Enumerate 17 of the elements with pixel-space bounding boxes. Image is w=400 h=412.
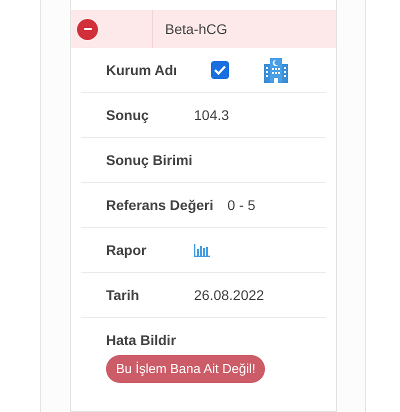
record-title: Beta-hCG — [165, 20, 228, 38]
field-label: Sonuç — [106, 106, 150, 125]
report-button[interactable]: Bu İşlem Bana Ait Değil! — [106, 355, 266, 382]
field-value: 0 - 5 — [227, 196, 256, 214]
field-value: 104.3 — [194, 106, 230, 124]
field-label: Tarih — [106, 286, 140, 304]
field-label: Rapor — [106, 240, 148, 260]
field-value: 26.08.2022 — [194, 286, 264, 304]
field-label: Kurum Adı — [106, 60, 178, 80]
collapse-button[interactable] — [77, 18, 98, 40]
field-label: Sonuç Birimi — [106, 150, 194, 170]
field-label: Referans Değeri — [106, 196, 214, 215]
hospital-icon — [261, 55, 291, 85]
bar-chart-icon[interactable] — [194, 243, 210, 257]
minus-icon — [84, 28, 92, 30]
checkbox[interactable] — [211, 61, 229, 79]
field-label: Hata Bildir — [106, 331, 178, 350]
